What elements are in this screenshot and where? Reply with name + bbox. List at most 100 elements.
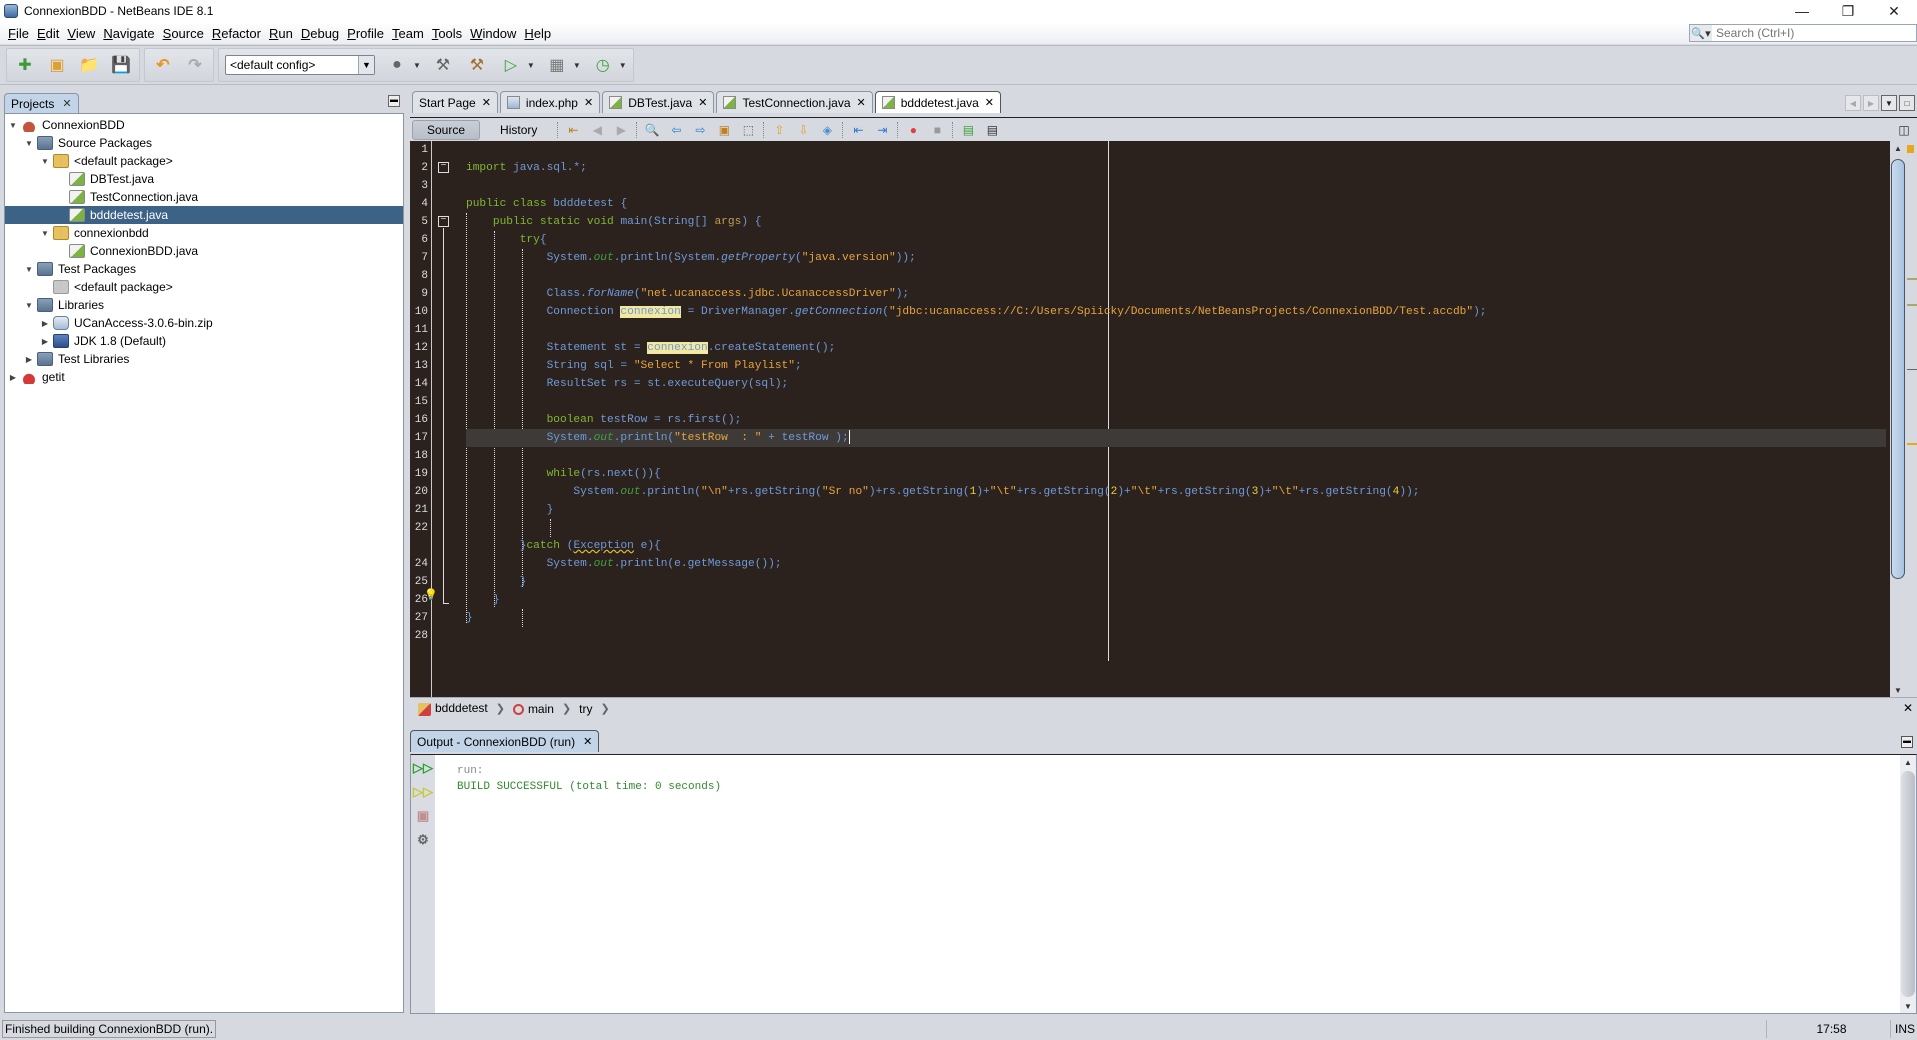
occurrence-mark[interactable] <box>1907 304 1917 306</box>
code-editor[interactable]: 1234567891011121314151617181920212223242… <box>410 141 1890 697</box>
profile-icon[interactable]: ◷ <box>591 53 615 77</box>
code-line[interactable]: boolean testRow = rs.first(); <box>466 411 1886 429</box>
browser-globe-icon[interactable]: ● <box>385 53 409 77</box>
occurrence-mark[interactable] <box>1907 278 1917 280</box>
tree-node[interactable]: ConnexionBDD.java <box>5 242 403 260</box>
code-line[interactable]: public static void main(String[] args) { <box>466 213 1886 231</box>
tab-output[interactable]: Output - ConnexionBDD (run) ✕ <box>410 730 600 752</box>
settings-icon[interactable]: ⚙ <box>414 831 432 849</box>
rerun-icon[interactable]: ▷▷ <box>413 759 433 777</box>
uncomment-icon[interactable]: ▤ <box>983 121 1001 139</box>
toggle-rectangular-selection-icon[interactable]: ⬚ <box>739 121 757 139</box>
tab-index-php[interactable]: index.php ✕ <box>499 91 601 113</box>
last-edit-icon[interactable]: ⇤ <box>564 121 582 139</box>
shift-left-icon[interactable]: ⇤ <box>849 121 867 139</box>
search-icon[interactable]: 🔍▾ <box>1690 25 1712 41</box>
open-project-icon[interactable]: 📁 <box>77 53 101 77</box>
rerun-with-parameters-icon[interactable]: ▷▷ <box>413 783 433 801</box>
code-line[interactable] <box>466 267 1886 285</box>
redo-icon[interactable]: ↷ <box>183 53 207 77</box>
close-icon[interactable]: ✕ <box>584 96 593 109</box>
code-line[interactable]: System.out.println(e.getMessage()); <box>466 555 1886 573</box>
close-icon[interactable]: ✕ <box>62 97 71 110</box>
tab-start-page[interactable]: Start Page ✕ <box>412 91 498 113</box>
shift-right-icon[interactable]: ⇥ <box>873 121 891 139</box>
comment-icon[interactable]: ▤ <box>959 121 977 139</box>
scroll-tabs-right-button[interactable]: ▶ <box>1863 95 1879 111</box>
scroll-up-icon[interactable]: ▲ <box>1890 141 1906 155</box>
code-line[interactable]: } <box>466 573 1886 591</box>
code-line[interactable]: Class.forName("net.ucanaccess.jdbc.Ucana… <box>466 285 1886 303</box>
build-hammer-icon[interactable]: ⚒ <box>431 53 455 77</box>
tree-node[interactable]: ▶ JDK 1.8 (Default) <box>5 332 403 350</box>
code-line[interactable]: Statement st = connexion.createStatement… <box>466 339 1886 357</box>
code-line[interactable]: ResultSet rs = st.executeQuery(sql); <box>466 375 1886 393</box>
tab-projects[interactable]: Projects ✕ <box>4 93 79 113</box>
expand-toggle-icon[interactable]: ▼ <box>23 301 35 310</box>
split-editor-icon[interactable]: ◫ <box>1895 121 1913 139</box>
menu-run[interactable]: Run <box>265 26 297 41</box>
scroll-tabs-left-button[interactable]: ◀ <box>1845 95 1861 111</box>
tree-node[interactable]: TestConnection.java <box>5 188 403 206</box>
show-opened-documents-button[interactable]: ▼ <box>1881 95 1897 111</box>
tree-node[interactable]: ▼ Libraries <box>5 296 403 314</box>
start-macro-recording-icon[interactable]: ● <box>904 121 922 139</box>
restore-button[interactable]: ❐ <box>1825 0 1871 22</box>
breadcrumb-method[interactable]: main <box>512 702 554 716</box>
tree-node[interactable]: ▶ getit <box>5 368 403 386</box>
tree-node[interactable]: ▶ Test Libraries <box>5 350 403 368</box>
tree-node[interactable]: ▼ Source Packages <box>5 134 403 152</box>
history-view-button[interactable]: History <box>486 120 551 140</box>
clean-build-icon[interactable]: ⚒ <box>465 53 489 77</box>
close-icon[interactable]: ✕ <box>857 96 866 109</box>
code-line[interactable] <box>466 177 1886 195</box>
source-view-button[interactable]: Source <box>412 119 481 140</box>
expand-toggle-icon[interactable]: ▼ <box>39 157 51 166</box>
expand-toggle-icon[interactable]: ▼ <box>23 139 35 148</box>
back-icon[interactable]: ◀ <box>588 121 606 139</box>
save-all-icon[interactable]: 💾 <box>109 53 133 77</box>
minimize-panel-button[interactable]: ▬ <box>1901 736 1913 748</box>
forward-icon[interactable]: ▶ <box>612 121 630 139</box>
fold-toggle-icon[interactable]: − <box>438 216 449 227</box>
caret-position-mark[interactable] <box>1907 369 1917 370</box>
debug-icon[interactable]: ▦ <box>545 53 569 77</box>
tree-node[interactable]: ▼ Test Packages <box>5 260 403 278</box>
warning-lightbulb-icon[interactable]: 💡 <box>424 588 438 602</box>
menu-team[interactable]: Team <box>388 26 428 41</box>
tree-node[interactable]: DBTest.java <box>5 170 403 188</box>
expand-toggle-icon[interactable]: ▶ <box>39 337 51 346</box>
code-line[interactable]: System.out.println("testRow : " + testRo… <box>466 429 1886 447</box>
code-line[interactable]: try{ <box>466 231 1886 249</box>
search-input[interactable] <box>1716 26 1906 40</box>
output-vertical-scrollbar[interactable]: ▲ ▼ <box>1900 755 1916 1013</box>
code-line[interactable]: } <box>466 609 1886 627</box>
scroll-down-icon[interactable]: ▼ <box>1890 683 1906 697</box>
menu-navigate[interactable]: Navigate <box>99 26 158 41</box>
code-line[interactable]: String sql = "Select * From Playlist"; <box>466 357 1886 375</box>
new-file-icon[interactable]: ✚ <box>13 53 37 77</box>
code-line[interactable]: System.out.println(System.getProperty("j… <box>466 249 1886 267</box>
scroll-down-icon[interactable]: ▼ <box>1900 999 1916 1013</box>
expand-toggle-icon[interactable]: ▶ <box>39 319 51 328</box>
code-line[interactable] <box>466 447 1886 465</box>
tree-node[interactable]: ▼ <default package> <box>5 152 403 170</box>
undo-icon[interactable]: ↶ <box>151 53 175 77</box>
menu-file[interactable]: File <box>4 26 33 41</box>
chevron-down-icon[interactable]: ▼ <box>527 61 535 70</box>
code-line[interactable]: } <box>466 501 1886 519</box>
close-icon[interactable]: ✕ <box>1903 701 1913 715</box>
code-line[interactable]: while(rs.next()){ <box>466 465 1886 483</box>
menu-window[interactable]: Window <box>466 26 520 41</box>
menu-help[interactable]: Help <box>520 26 555 41</box>
find-next-icon[interactable]: ⇨ <box>691 121 709 139</box>
previous-bookmark-icon[interactable]: ⇧ <box>770 121 788 139</box>
chevron-down-icon[interactable]: ▼ <box>413 61 421 70</box>
tree-node[interactable]: <default package> <box>5 278 403 296</box>
scrollbar-thumb[interactable] <box>1901 771 1915 997</box>
scroll-up-icon[interactable]: ▲ <box>1900 755 1916 769</box>
code-line[interactable]: }catch (Exception e){ <box>466 537 1886 555</box>
close-icon[interactable]: ✕ <box>583 735 592 748</box>
tab-testconnection-java[interactable]: TestConnection.java ✕ <box>716 91 873 113</box>
warning-status-icon[interactable] <box>1907 145 1914 153</box>
